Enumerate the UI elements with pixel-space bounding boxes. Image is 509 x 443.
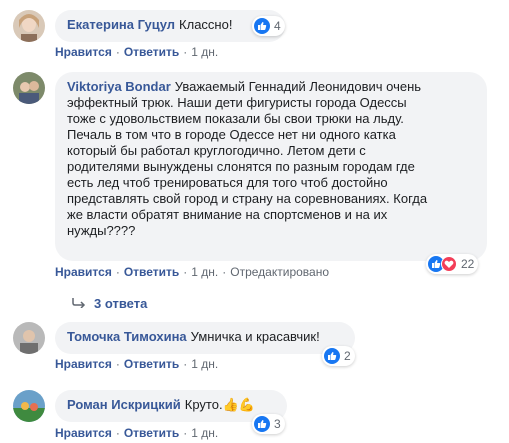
comments-section: Екатерина Гуцул Классно! 4 Нравится · Ответ… xyxy=(0,0,509,443)
comment-timestamp[interactable]: 1 дн. xyxy=(191,265,218,279)
reply-link[interactable]: Ответить xyxy=(124,357,179,371)
reaction-count: 2 xyxy=(344,349,351,363)
comment-bubble: Томочка Тимохина Умничка и красавчик! xyxy=(55,322,355,354)
comment-text-line: нужды???? xyxy=(67,223,136,238)
comment-text-line: тоже с удовольствием показали бы свои тр… xyxy=(67,111,404,126)
comment-actions: Нравится · Ответить · 1 дн. xyxy=(55,45,219,59)
comment-bubble: Роман Искрицкий Круто.👍💪 xyxy=(55,390,287,422)
comment-actions: Нравится · Ответить · 1 дн. xyxy=(55,357,219,371)
reaction-summary[interactable]: 2 xyxy=(322,346,355,366)
comment-actions: Нравится · Ответить · 1 дн. xyxy=(55,426,219,440)
reaction-summary[interactable]: 4 xyxy=(252,16,285,36)
comment-bubble: Viktoriya Bondar Уважаемый Геннадий Леони… xyxy=(55,72,487,261)
comment-author[interactable]: Екатерина Гуцул xyxy=(67,17,175,32)
view-replies-link[interactable]: 3 ответа xyxy=(72,296,147,311)
reaction-summary[interactable]: 3 xyxy=(252,414,285,434)
reaction-count: 4 xyxy=(274,19,281,33)
comment-author[interactable]: Viktoriya Bondar xyxy=(67,79,171,94)
like-link[interactable]: Нравится xyxy=(55,426,112,440)
comment-text-line: эффектный трюк. Наши дети фигуристы горо… xyxy=(67,95,407,110)
like-reaction-icon xyxy=(254,18,270,34)
like-link[interactable]: Нравится xyxy=(55,45,112,59)
comment-text-line: есть лед чтоб тренироваться для того что… xyxy=(67,175,388,190)
comment-text: Круто. xyxy=(184,397,223,412)
reply-link[interactable]: Ответить xyxy=(124,45,179,59)
reaction-count: 3 xyxy=(274,417,281,431)
like-link[interactable]: Нравится xyxy=(55,265,112,279)
comment-timestamp[interactable]: 1 дн. xyxy=(191,357,218,371)
like-reaction-icon xyxy=(324,348,340,364)
comment-text-line: который бы работал круглогодично. Летом … xyxy=(67,143,366,158)
like-link[interactable]: Нравится xyxy=(55,357,112,371)
avatar[interactable] xyxy=(13,390,45,422)
comment-author[interactable]: Роман Искрицкий xyxy=(67,397,181,412)
comment-author[interactable]: Томочка Тимохина xyxy=(67,329,187,344)
emoji: 👍💪 xyxy=(222,397,255,412)
edited-label[interactable]: Отредактировано xyxy=(230,265,329,279)
comment-text-line: родителями вынуждены слонятся по разным … xyxy=(67,159,415,174)
comment-text-line: же власти обратят внимание на спортсмено… xyxy=(67,207,388,222)
reply-link[interactable]: Ответить xyxy=(124,426,179,440)
comment-text: Умничка и красавчик! xyxy=(190,329,320,344)
avatar[interactable] xyxy=(13,10,45,42)
avatar[interactable] xyxy=(13,72,45,104)
reply-link[interactable]: Ответить xyxy=(124,265,179,279)
comment-actions: Нравится · Ответить · 1 дн. · Отредактировано xyxy=(55,265,330,279)
like-reaction-icon xyxy=(254,416,270,432)
reaction-summary[interactable]: 22 xyxy=(426,254,479,274)
comment-timestamp[interactable]: 1 дн. xyxy=(191,45,218,59)
comment-timestamp[interactable]: 1 дн. xyxy=(191,426,218,440)
reaction-count: 22 xyxy=(461,257,475,271)
replies-count-label[interactable]: 3 ответа xyxy=(94,296,147,311)
comment-bubble: Екатерина Гуцул Классно! xyxy=(55,10,285,42)
love-reaction-icon xyxy=(441,256,457,272)
comment-text: Классно! xyxy=(179,17,233,32)
avatar[interactable] xyxy=(13,322,45,354)
reply-arrow-icon xyxy=(72,296,86,311)
comment-text-line: Уважаемый Геннадий Леонидович очень xyxy=(174,79,422,94)
comment-text-line: представлять свой город и страну на соре… xyxy=(67,191,428,206)
comment-text-line: Печаль в том что в городе Одессе нет ни … xyxy=(67,127,396,142)
